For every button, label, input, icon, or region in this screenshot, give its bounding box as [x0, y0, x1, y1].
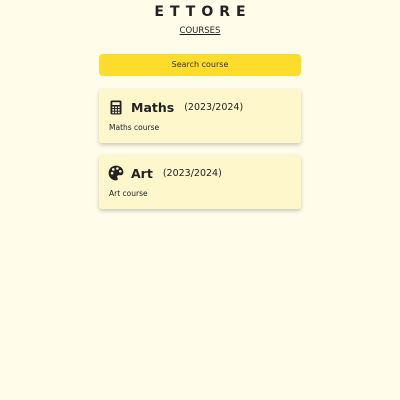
course-year: (2023/2024)	[162, 167, 222, 179]
course-title: Maths	[131, 99, 175, 115]
course-card-header: Art (2023/2024)	[108, 164, 293, 182]
search-course-button[interactable]: Search course	[99, 54, 301, 76]
course-description: Maths course	[109, 123, 160, 132]
palette-icon	[108, 165, 124, 181]
nav-link-courses[interactable]: COURSES	[0, 26, 400, 36]
course-card-header: Maths (2023/2024)	[108, 98, 293, 116]
brand-logo-text: ETTORE	[154, 4, 252, 20]
course-year: (2023/2024)	[184, 101, 244, 113]
course-description: Art course	[109, 189, 148, 198]
course-title: Art	[131, 165, 153, 181]
course-card-art[interactable]: Art (2023/2024) Art course	[99, 155, 301, 209]
course-card-maths[interactable]: Maths (2023/2024) Maths course	[99, 89, 301, 143]
calculator-icon	[108, 99, 124, 115]
